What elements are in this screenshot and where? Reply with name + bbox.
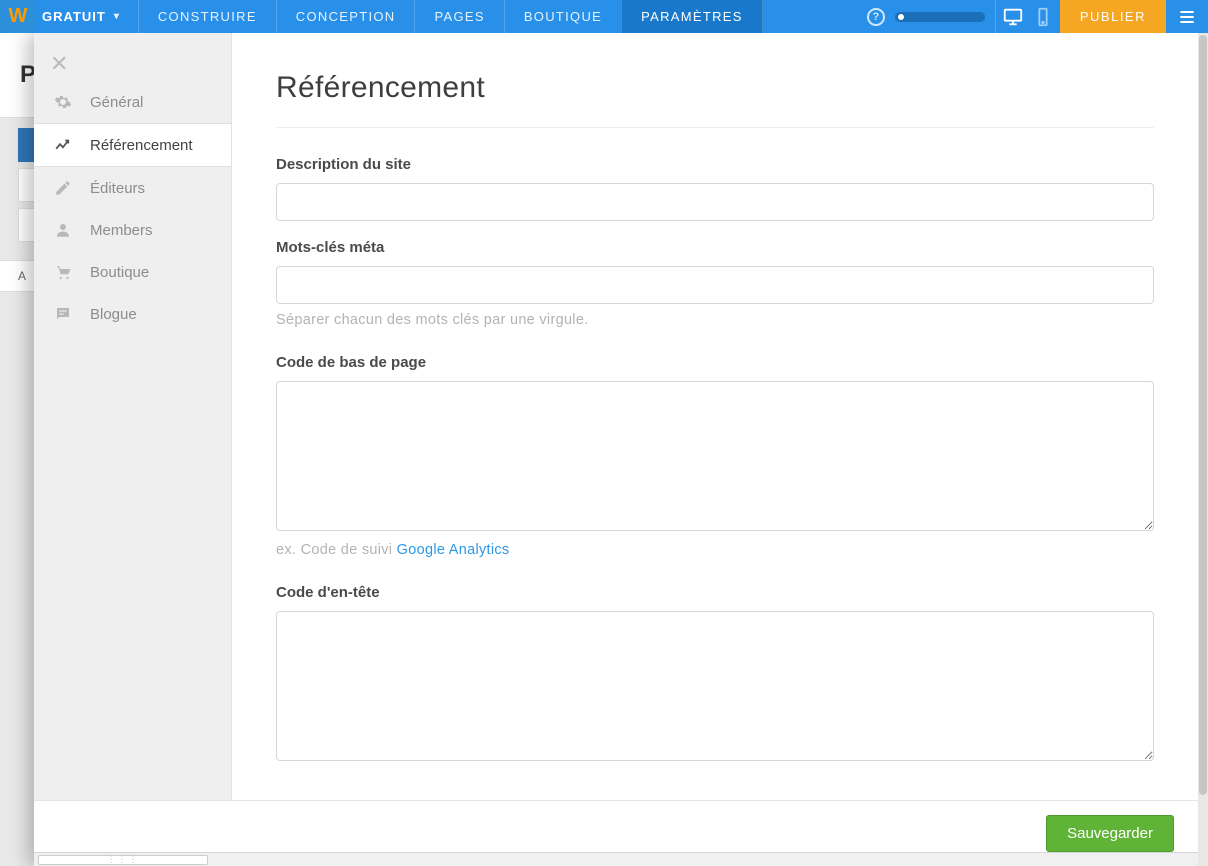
nav-tabs: CONSTRUIRE CONCEPTION PAGES BOUTIQUE PAR… [138,0,763,33]
meta-keywords-hint: Séparer chacun des mots clés par une vir… [276,312,1154,328]
scrollbar-thumb[interactable] [1199,35,1207,795]
logo[interactable]: W [0,0,36,33]
footer-code-label: Code de bas de page [276,354,1154,371]
help-area[interactable]: ? [857,0,995,33]
sidebar-item-referencement[interactable]: Référencement [34,123,231,167]
site-description-label: Description du site [276,156,1154,173]
desktop-icon[interactable] [1002,8,1024,26]
site-description-input[interactable] [276,183,1154,221]
sidebar-item-editeurs[interactable]: Éditeurs [34,167,231,209]
top-nav: W GRATUIT ▾ CONSTRUIRE CONCEPTION PAGES … [0,0,1208,33]
sidebar-item-members[interactable]: Members [34,209,231,251]
sidebar-item-label: Référencement [90,137,193,154]
sidebar-item-boutique[interactable]: Boutique [34,251,231,293]
sidebar-item-label: Général [90,94,143,111]
tab-parametres[interactable]: PARAMÈTRES [621,0,763,33]
menu-button[interactable] [1166,0,1208,33]
sidebar-item-general[interactable]: Général [34,81,231,123]
progress-indicator [895,12,985,22]
cart-icon [54,263,72,281]
vertical-scrollbar[interactable] [1198,33,1208,866]
google-analytics-link[interactable]: Google Analytics [397,542,510,558]
pencil-icon [54,179,72,197]
settings-modal: ✕ Général Référencement Éditeurs [34,33,1198,866]
help-icon: ? [867,8,885,26]
scrollbar-thumb[interactable]: ⋮⋮⋮ [38,855,208,865]
footer-code-hint: ex. Code de suivi Google Analytics [276,542,1154,558]
footer-code-textarea[interactable] [276,381,1154,531]
sidebar-item-label: Éditeurs [90,180,145,197]
sidebar-item-label: Boutique [90,264,149,281]
logo-icon: W [9,5,28,28]
chevron-down-icon: ▾ [114,11,120,22]
close-button[interactable]: ✕ [34,41,231,81]
tab-pages[interactable]: PAGES [414,0,503,33]
meta-keywords-label: Mots-clés méta [276,239,1154,256]
page-title: Référencement [276,71,1154,105]
bg-footer-label: A [18,269,26,283]
device-toggle [995,0,1060,33]
meta-keywords-input[interactable] [276,266,1154,304]
tab-conception[interactable]: CONCEPTION [276,0,415,33]
sidebar-item-label: Blogue [90,306,137,323]
save-button[interactable]: Sauvegarder [1046,815,1174,852]
plan-dropdown[interactable]: GRATUIT ▾ [36,0,138,33]
horizontal-scrollbar[interactable]: ⋮⋮⋮ [34,852,1198,866]
sidebar-item-blogue[interactable]: Blogue [34,293,231,335]
publish-button[interactable]: PUBLIER [1060,0,1166,33]
tab-boutique[interactable]: BOUTIQUE [504,0,621,33]
person-icon [54,221,72,239]
header-code-label: Code d'en-tête [276,584,1154,601]
settings-sidebar: ✕ Général Référencement Éditeurs [34,33,232,800]
nav-right: ? PUBLIER [857,0,1208,33]
plan-label: GRATUIT [42,9,106,24]
hamburger-icon [1177,7,1197,27]
header-code-textarea[interactable] [276,611,1154,761]
tab-construire[interactable]: CONSTRUIRE [138,0,276,33]
mobile-icon[interactable] [1032,8,1054,26]
settings-content: Référencement Description du site Mots-c… [232,33,1198,800]
gear-icon [54,93,72,111]
sidebar-item-label: Members [90,222,153,239]
divider [276,127,1154,128]
chat-icon [54,305,72,323]
trend-icon [54,136,72,154]
